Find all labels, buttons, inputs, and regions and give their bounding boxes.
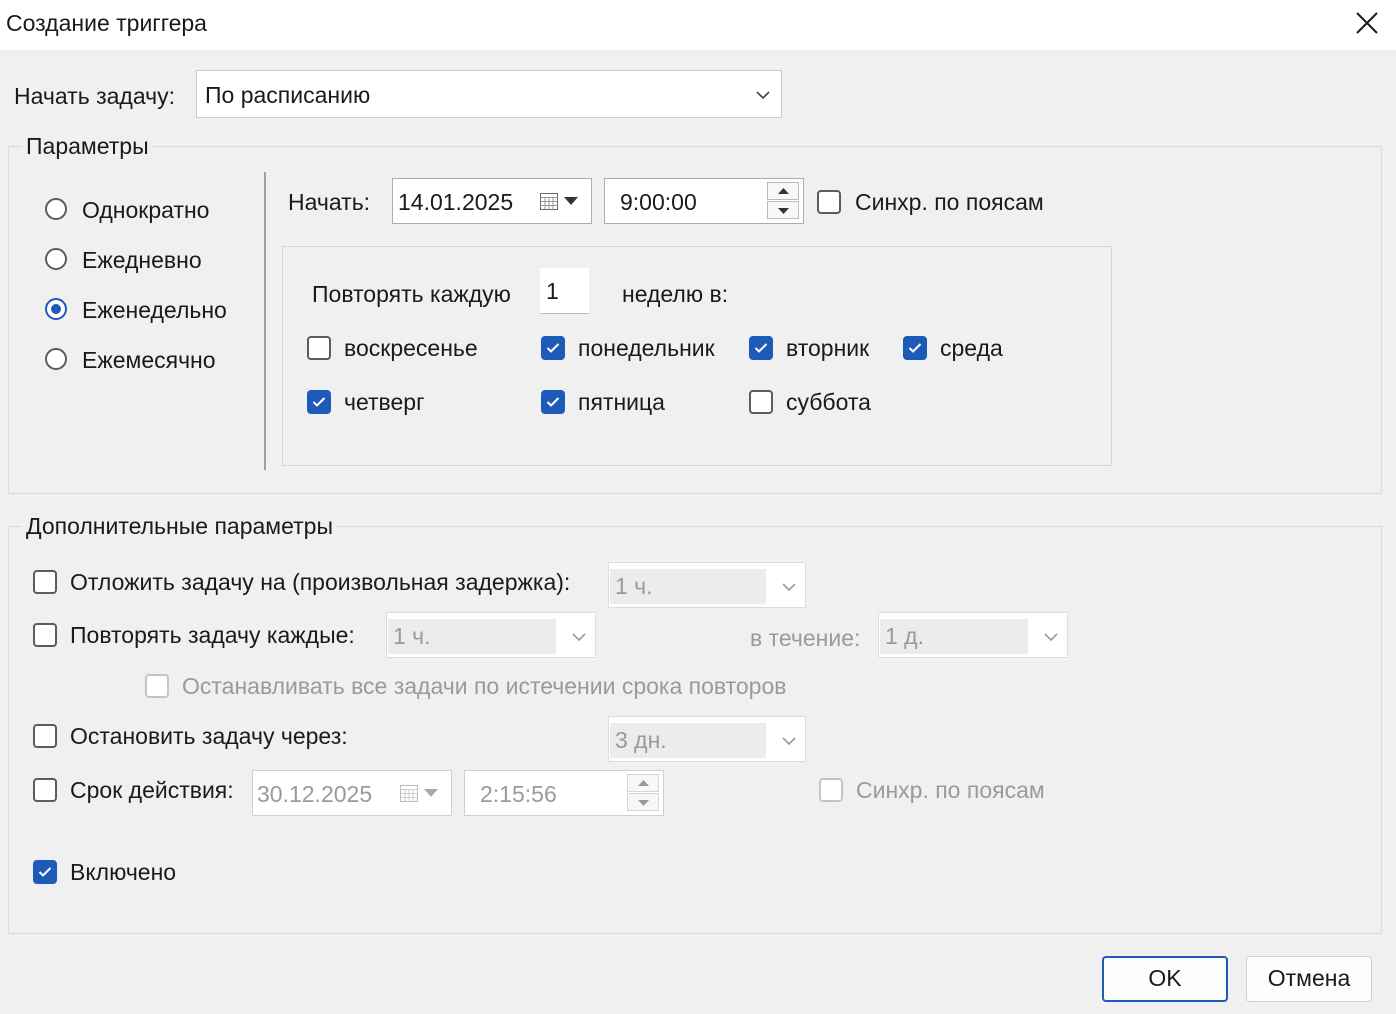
- radio-monthly-label: Ежемесячно: [82, 347, 216, 373]
- day-friday-label: пятница: [578, 389, 665, 415]
- stop-after-checkbox[interactable]: [33, 724, 57, 748]
- repeat-every-label: Повторять каждую: [312, 281, 511, 307]
- cancel-button[interactable]: Отмена: [1246, 956, 1372, 1002]
- day-sunday-label: воскресенье: [344, 335, 478, 361]
- day-wednesday-label: среда: [940, 335, 1003, 361]
- delay-label: Отложить задачу на (произвольная задержк…: [70, 569, 571, 595]
- radio-daily[interactable]: [45, 248, 67, 270]
- expire-sync-checkbox[interactable]: [819, 778, 843, 802]
- radio-weekly[interactable]: [45, 298, 67, 320]
- start-task-dropdown[interactable]: По расписанию: [196, 70, 782, 118]
- day-wednesday-checkbox[interactable]: [903, 336, 927, 360]
- advanced-legend: Дополнительные параметры: [22, 512, 337, 540]
- day-tuesday-label: вторник: [786, 335, 870, 361]
- caret-down-icon[interactable]: [424, 789, 438, 798]
- spin-down-button[interactable]: [627, 793, 659, 811]
- start-task-label: Начать задачу:: [14, 83, 175, 109]
- arrow-up-icon: [638, 780, 649, 786]
- start-label: Начать:: [288, 189, 371, 215]
- expire-time-spinner[interactable]: 2:15:56: [464, 770, 664, 816]
- spin-up-button[interactable]: [627, 774, 659, 792]
- start-date-picker[interactable]: 14.01.2025: [392, 178, 592, 224]
- vertical-separator: [264, 172, 266, 470]
- delay-dropdown[interactable]: 1 ч.: [608, 562, 806, 608]
- chevron-down-icon: [756, 91, 770, 100]
- stop-after-value: 3 дн.: [615, 727, 667, 753]
- check-icon: [546, 343, 560, 353]
- delay-value: 1 ч.: [615, 573, 653, 599]
- enabled-checkbox[interactable]: [33, 860, 57, 884]
- day-monday-label: понедельник: [578, 335, 715, 361]
- check-icon: [312, 397, 326, 407]
- check-icon: [38, 867, 52, 877]
- start-time-value: 9:00:00: [620, 189, 697, 215]
- day-saturday-checkbox[interactable]: [749, 390, 773, 414]
- radio-daily-label: Ежедневно: [82, 247, 202, 273]
- chevron-down-icon: [782, 737, 796, 746]
- repeat-value: 1 ч.: [393, 623, 431, 649]
- radio-once[interactable]: [45, 198, 67, 220]
- expire-time-value: 2:15:56: [480, 781, 557, 807]
- expire-sync-label: Синхр. по поясам: [856, 777, 1045, 803]
- enabled-label: Включено: [70, 859, 177, 885]
- start-date-value: 14.01.2025: [398, 189, 514, 215]
- day-monday-checkbox[interactable]: [541, 336, 565, 360]
- duration-label: в течение:: [750, 625, 861, 651]
- chevron-down-icon: [1044, 633, 1058, 642]
- delay-checkbox[interactable]: [33, 570, 57, 594]
- day-thursday-label: четверг: [344, 389, 425, 415]
- params-legend: Параметры: [22, 132, 153, 160]
- chevron-down-icon: [572, 633, 586, 642]
- stop-all-label: Останавливать все задачи по истечении ср…: [182, 673, 787, 699]
- radio-once-label: Однократно: [82, 197, 210, 223]
- repeat-every-input[interactable]: 1: [540, 268, 589, 314]
- repeat-interval-dropdown[interactable]: 1 ч.: [386, 612, 596, 658]
- spin-up-button[interactable]: [767, 182, 799, 200]
- sync-tz-label: Синхр. по поясам: [855, 189, 1044, 215]
- repeat-every-value: 1: [546, 278, 559, 304]
- arrow-down-icon: [778, 208, 789, 214]
- expire-date-value: 30.12.2025: [257, 781, 373, 807]
- repeat-checkbox[interactable]: [33, 623, 57, 647]
- weeks-on-label: неделю в:: [622, 281, 729, 307]
- check-icon: [908, 343, 922, 353]
- start-task-value: По расписанию: [205, 82, 371, 108]
- calendar-icon[interactable]: [539, 191, 559, 211]
- radio-monthly[interactable]: [45, 348, 67, 370]
- start-time-spinner[interactable]: 9:00:00: [604, 178, 804, 224]
- ok-button[interactable]: OK: [1102, 956, 1228, 1002]
- expire-label: Срок действия:: [70, 777, 234, 803]
- day-sunday-checkbox[interactable]: [307, 336, 331, 360]
- stop-after-dropdown[interactable]: 3 дн.: [608, 716, 806, 762]
- expire-date-picker[interactable]: 30.12.2025: [252, 770, 452, 816]
- duration-dropdown[interactable]: 1 д.: [878, 612, 1068, 658]
- chevron-down-icon: [782, 583, 796, 592]
- sync-tz-checkbox[interactable]: [817, 190, 841, 214]
- day-friday-checkbox[interactable]: [541, 390, 565, 414]
- close-icon: [1356, 12, 1378, 34]
- window-title: Создание триггера: [6, 10, 207, 36]
- day-saturday-label: суббота: [786, 389, 871, 415]
- stop-all-checkbox[interactable]: [145, 674, 169, 698]
- radio-weekly-label: Еженедельно: [82, 297, 227, 323]
- check-icon: [754, 343, 768, 353]
- arrow-down-icon: [638, 800, 649, 806]
- title-bar: [0, 0, 1396, 50]
- duration-value: 1 д.: [885, 623, 924, 649]
- close-button[interactable]: [1350, 6, 1384, 40]
- repeat-label: Повторять задачу каждые:: [70, 622, 355, 648]
- spin-down-button[interactable]: [767, 201, 799, 219]
- check-icon: [546, 397, 560, 407]
- caret-down-icon[interactable]: [564, 197, 578, 206]
- expire-checkbox[interactable]: [33, 778, 57, 802]
- stop-after-label: Остановить задачу через:: [70, 723, 348, 749]
- day-thursday-checkbox[interactable]: [307, 390, 331, 414]
- day-tuesday-checkbox[interactable]: [749, 336, 773, 360]
- arrow-up-icon: [778, 188, 789, 194]
- calendar-icon[interactable]: [399, 783, 419, 803]
